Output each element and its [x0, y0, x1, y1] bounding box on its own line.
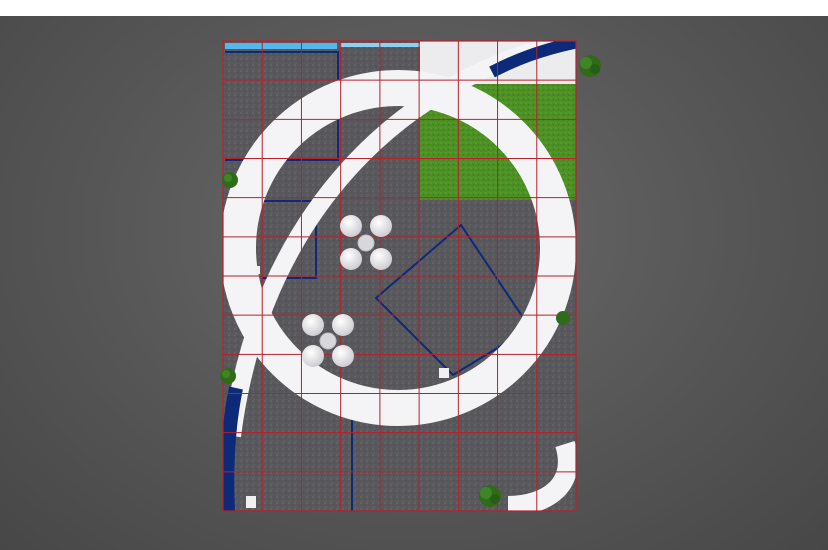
banner-strip [225, 43, 337, 49]
sign-plate-icon [255, 266, 260, 274]
plant-icon [220, 368, 236, 384]
plant-icon [222, 172, 238, 188]
plant-icon [579, 55, 601, 77]
floor-plan-svg [220, 40, 601, 512]
render-viewport [0, 16, 828, 550]
plant-icon [556, 311, 570, 325]
plant-icon [479, 485, 501, 507]
top-strip [0, 0, 828, 16]
sign-plate-icon [439, 368, 449, 378]
sign-plate-icon [246, 496, 256, 508]
